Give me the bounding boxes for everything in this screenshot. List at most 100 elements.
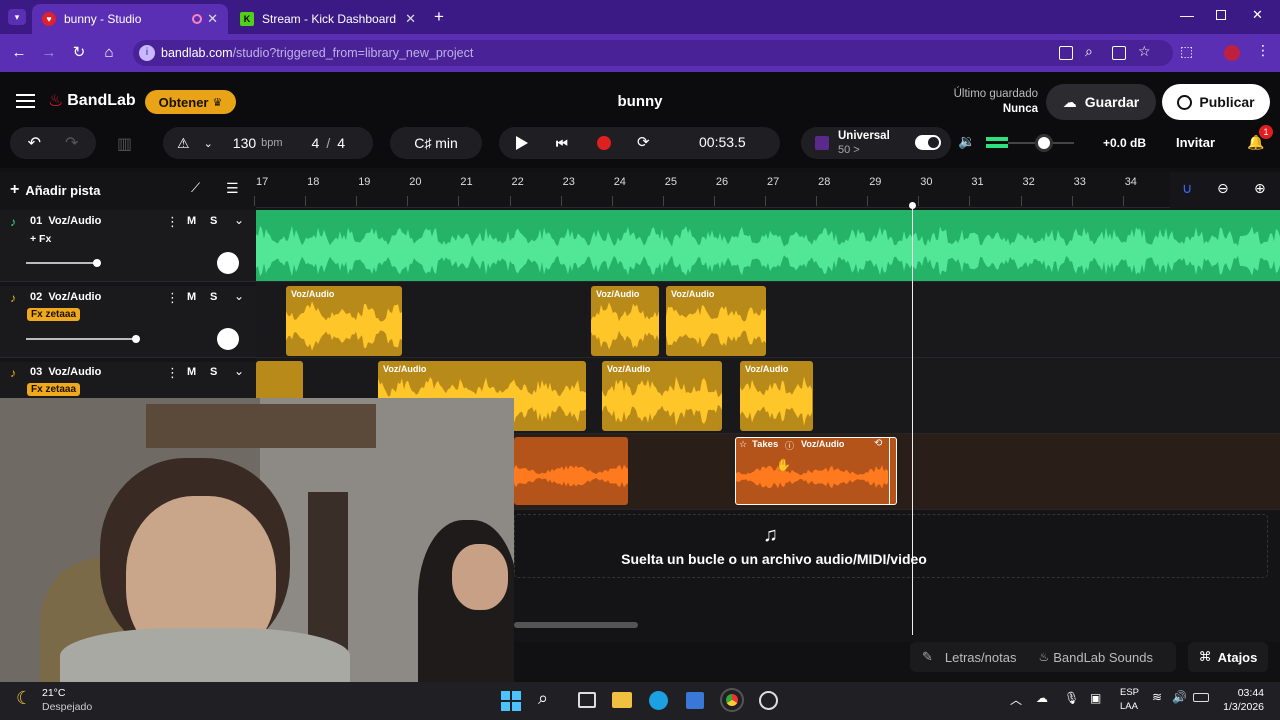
obs-icon[interactable] — [759, 691, 778, 710]
reading-mode-icon[interactable] — [1059, 46, 1073, 60]
track-more-icon[interactable]: ⋮ — [166, 365, 179, 381]
redo-icon[interactable]: ↷ — [65, 133, 78, 153]
track-more-icon[interactable]: ⋮ — [166, 290, 179, 306]
time-sig-den[interactable]: 4 — [337, 135, 345, 151]
track-fx-tag[interactable]: Fx zetaaa — [27, 308, 81, 321]
audio-clip[interactable]: Voz/Audio — [602, 361, 722, 431]
automation-icon[interactable]: ⟋ — [191, 180, 200, 196]
file-explorer-icon[interactable] — [612, 692, 632, 708]
mute-button[interactable]: M — [187, 291, 196, 303]
save-button[interactable]: ☁ Guardar — [1046, 84, 1156, 120]
bandlab-logo[interactable]: ♨ BandLab — [48, 91, 136, 111]
audio-clip[interactable] — [514, 437, 628, 505]
time-display[interactable]: 00:53.5 — [699, 134, 746, 150]
maximize-window-button[interactable] — [1216, 10, 1226, 20]
record-button[interactable] — [597, 136, 611, 150]
add-track-button[interactable]: + Añadir pista — [10, 179, 100, 201]
sounds-label[interactable]: BandLab Sounds — [1053, 650, 1153, 665]
mic-tray-icon[interactable]: 🎙 — [1064, 691, 1079, 705]
tab-bunny-studio[interactable]: ♥ bunny - Studio ✕ — [32, 4, 228, 34]
key-selector[interactable]: C♯ min — [390, 127, 482, 159]
bookmark-star-icon[interactable]: ☆ — [1138, 43, 1151, 60]
lyrics-notes-button[interactable]: ✎ Letras/notas ♨ BandLab Sounds — [910, 642, 1176, 672]
zoom-icon[interactable]: ⌕ — [1085, 43, 1093, 60]
forward-icon[interactable]: → — [40, 44, 58, 62]
volume-slider-knob[interactable] — [93, 259, 101, 267]
clip-resize-handle[interactable] — [889, 438, 896, 504]
mixer-icon[interactable]: ▥ — [117, 134, 132, 154]
mute-button[interactable]: M — [187, 215, 196, 227]
skip-to-start-button[interactable]: ⏮ — [556, 136, 568, 152]
lang-2[interactable]: LAA — [1120, 701, 1138, 712]
reload-icon[interactable]: ↻ — [70, 44, 88, 62]
tray-chevron-icon[interactable]: ︿ — [1010, 691, 1022, 708]
volume-slider[interactable] — [26, 338, 136, 340]
track-fx-tag[interactable]: Fx zetaaa — [27, 383, 81, 396]
instrument-toggle[interactable] — [915, 135, 941, 150]
wifi-icon[interactable]: ≋ — [1152, 690, 1162, 704]
loop-icon[interactable]: ⟳ — [637, 133, 650, 151]
volume-slider-handle[interactable] — [1035, 134, 1053, 152]
track-more-icon[interactable]: ⋮ — [166, 214, 179, 230]
new-tab-button[interactable]: + — [434, 7, 444, 27]
playhead-marker[interactable] — [909, 202, 916, 209]
magnet-snap-icon[interactable]: ∪ — [1182, 180, 1192, 197]
play-button[interactable] — [516, 136, 528, 150]
chevron-down-icon[interactable]: ⌄ — [234, 289, 244, 303]
cast-icon[interactable] — [1112, 46, 1126, 60]
audio-clip[interactable]: Voz/Audio — [591, 286, 659, 356]
solo-button[interactable]: S — [210, 291, 217, 303]
tempo-value[interactable]: 130 — [233, 135, 256, 151]
horizontal-scrollbar[interactable] — [514, 622, 638, 628]
speaker-tray-icon[interactable]: 🔊 — [1172, 690, 1187, 704]
solo-button[interactable]: S — [210, 366, 217, 378]
zoom-out-icon[interactable]: ⊖ — [1217, 180, 1229, 197]
track-header-02[interactable]: ♪ 02 Voz/Audio Fx zetaaa ⋮ M S ⌄ — [0, 286, 256, 358]
audio-clip[interactable]: Voz/Audio — [286, 286, 402, 356]
clock-time[interactable]: 03:44 — [1226, 687, 1264, 699]
battery-icon[interactable] — [1193, 693, 1209, 702]
close-tab-icon[interactable]: ✕ — [405, 11, 416, 27]
clock-date[interactable]: 1/3/2026 — [1212, 701, 1264, 713]
metronome-icon[interactable]: ⚠ — [177, 135, 190, 152]
zoom-in-icon[interactable]: ⊕ — [1254, 180, 1266, 197]
track-header-03[interactable]: ♪ 03 Voz/Audio Fx zetaaa ⋮ M S ⌄ — [0, 362, 256, 398]
volume-icon[interactable]: 🔉 — [958, 133, 975, 150]
minimize-window-button[interactable]: — — [1180, 7, 1194, 23]
tab-list-button[interactable]: ▾ — [8, 9, 26, 25]
cloud-tray-icon[interactable]: ☁ — [1036, 691, 1048, 705]
volume-slider[interactable] — [26, 262, 98, 264]
profile-avatar[interactable] — [1224, 45, 1240, 61]
tab-kick-dashboard[interactable]: K Stream - Kick Dashboard ✕ — [230, 4, 426, 34]
playhead[interactable] — [912, 205, 913, 635]
url-input[interactable]: i bandlab.com/studio?triggered_from=libr… — [133, 40, 1173, 66]
audio-clip[interactable]: Voz/Audio — [740, 361, 813, 431]
track-settings-icon[interactable]: ☰ — [226, 180, 239, 197]
extensions-icon[interactable]: ⬚ — [1180, 43, 1193, 60]
track-fx-button[interactable]: + Fx — [30, 233, 51, 245]
chrome-icon[interactable] — [720, 688, 744, 712]
time-sig-num[interactable]: 4 — [312, 135, 320, 151]
chevron-down-icon[interactable]: ⌄ — [234, 364, 244, 378]
hamburger-menu-icon[interactable] — [16, 94, 35, 108]
track-lane-02[interactable] — [256, 282, 1280, 358]
lang-1[interactable]: ESP — [1120, 687, 1139, 698]
volume-slider-knob[interactable] — [132, 335, 140, 343]
obtain-button[interactable]: Obtener ♛ — [145, 90, 236, 114]
home-icon[interactable]: ⌂ — [100, 44, 118, 62]
mute-button[interactable]: M — [187, 366, 196, 378]
start-button[interactable] — [501, 691, 521, 711]
display-tray-icon[interactable]: ▣ — [1090, 691, 1101, 705]
solo-button[interactable]: S — [210, 215, 217, 227]
undo-icon[interactable]: ↶ — [28, 133, 41, 153]
back-icon[interactable]: ← — [10, 44, 28, 62]
search-icon[interactable]: ⌕ — [538, 688, 548, 709]
track-header-01[interactable]: ♪ 01 Voz/Audio + Fx ⋮ M S ⌄ — [0, 210, 256, 282]
chevron-down-icon[interactable]: ⌄ — [234, 213, 244, 227]
task-view-icon[interactable] — [578, 692, 596, 708]
instrument-group[interactable]: Universal 50 > — [801, 127, 951, 159]
invite-button[interactable]: Invitar — [1176, 135, 1215, 150]
publish-button[interactable]: Publicar — [1162, 84, 1270, 120]
store-icon[interactable] — [686, 692, 704, 709]
audio-clip[interactable]: Voz/Audio — [666, 286, 766, 356]
